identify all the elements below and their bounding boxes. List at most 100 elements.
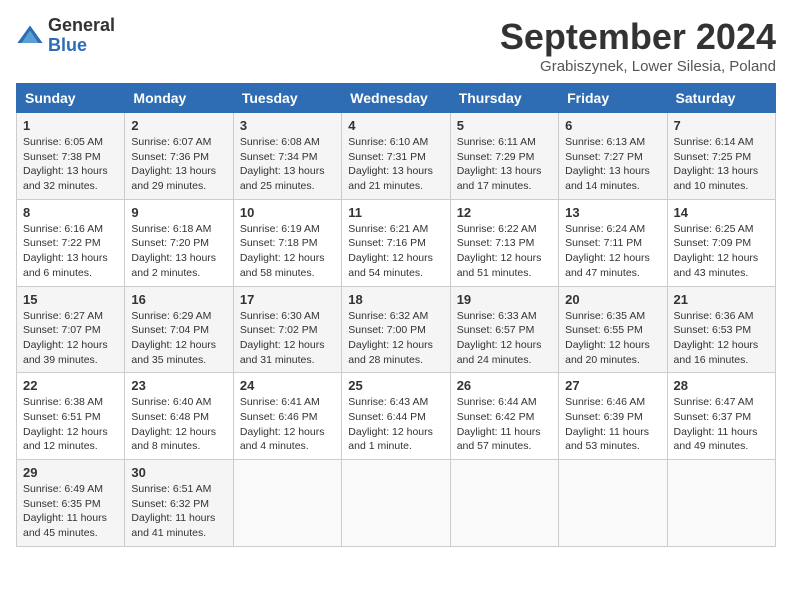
day-info: Sunrise: 6:40 AM Sunset: 6:48 PM Dayligh… — [131, 395, 226, 454]
calendar-header: SundayMondayTuesdayWednesdayThursdayFrid… — [17, 84, 776, 113]
day-info: Sunrise: 6:10 AM Sunset: 7:31 PM Dayligh… — [348, 135, 443, 194]
day-info: Sunrise: 6:13 AM Sunset: 7:27 PM Dayligh… — [565, 135, 660, 194]
logo-general-text: General — [48, 16, 115, 36]
day-info: Sunrise: 6:38 AM Sunset: 6:51 PM Dayligh… — [23, 395, 118, 454]
calendar-week-row: 8Sunrise: 6:16 AM Sunset: 7:22 PM Daylig… — [17, 199, 776, 286]
day-info: Sunrise: 6:19 AM Sunset: 7:18 PM Dayligh… — [240, 222, 335, 281]
day-number: 21 — [674, 292, 769, 307]
logo-icon — [16, 22, 44, 50]
calendar-cell: 18 Sunrise: 6:32 AM Sunset: 7:00 PM Dayli… — [342, 286, 450, 373]
calendar-week-row: 1 Sunrise: 6:05 AM Sunset: 7:38 PM Daylig… — [17, 113, 776, 200]
day-number: 1 — [23, 118, 118, 133]
day-number: 23 — [131, 378, 226, 393]
days-header-row: SundayMondayTuesdayWednesdayThursdayFrid… — [17, 84, 776, 113]
calendar-cell: 20Sunrise: 6:35 AM Sunset: 6:55 PM Dayli… — [559, 286, 667, 373]
day-of-week-header: Saturday — [667, 84, 775, 113]
day-info: Sunrise: 6:18 AM Sunset: 7:20 PM Dayligh… — [131, 222, 226, 281]
day-number: 13 — [565, 205, 660, 220]
day-number: 9 — [131, 205, 226, 220]
calendar-cell: 9 Sunrise: 6:18 AM Sunset: 7:20 PM Daylig… — [125, 199, 233, 286]
day-number: 10 — [240, 205, 335, 220]
calendar-cell: 23 Sunrise: 6:40 AM Sunset: 6:48 PM Dayli… — [125, 373, 233, 460]
day-number: 29 — [23, 465, 118, 480]
day-info: Sunrise: 6:51 AM Sunset: 6:32 PM Dayligh… — [131, 482, 226, 541]
calendar-table: SundayMondayTuesdayWednesdayThursdayFrid… — [16, 83, 776, 547]
day-info: Sunrise: 6:05 AM Sunset: 7:38 PM Dayligh… — [23, 135, 118, 194]
day-of-week-header: Friday — [559, 84, 667, 113]
day-of-week-header: Monday — [125, 84, 233, 113]
calendar-cell: 3Sunrise: 6:08 AM Sunset: 7:34 PM Daylig… — [233, 113, 341, 200]
day-number: 14 — [674, 205, 769, 220]
day-number: 4 — [348, 118, 443, 133]
calendar-cell: 5 Sunrise: 6:11 AM Sunset: 7:29 PM Daylig… — [450, 113, 558, 200]
day-info: Sunrise: 6:24 AM Sunset: 7:11 PM Dayligh… — [565, 222, 660, 281]
day-info: Sunrise: 6:46 AM Sunset: 6:39 PM Dayligh… — [565, 395, 660, 454]
day-info: Sunrise: 6:27 AM Sunset: 7:07 PM Dayligh… — [23, 309, 118, 368]
calendar-week-row: 29 Sunrise: 6:49 AM Sunset: 6:35 PM Dayli… — [17, 460, 776, 547]
day-info: Sunrise: 6:43 AM Sunset: 6:44 PM Dayligh… — [348, 395, 443, 454]
calendar-cell — [233, 460, 341, 547]
logo: General Blue — [16, 16, 115, 56]
title-section: September 2024 Grabiszynek, Lower Silesi… — [500, 16, 776, 75]
calendar-cell: 16Sunrise: 6:29 AM Sunset: 7:04 PM Dayli… — [125, 286, 233, 373]
day-info: Sunrise: 6:35 AM Sunset: 6:55 PM Dayligh… — [565, 309, 660, 368]
day-number: 2 — [131, 118, 226, 133]
day-number: 16 — [131, 292, 226, 307]
calendar-cell: 24 Sunrise: 6:41 AM Sunset: 6:46 PM Dayli… — [233, 373, 341, 460]
day-number: 19 — [457, 292, 552, 307]
day-info: Sunrise: 6:22 AM Sunset: 7:13 PM Dayligh… — [457, 222, 552, 281]
calendar-cell: 11Sunrise: 6:21 AM Sunset: 7:16 PM Dayli… — [342, 199, 450, 286]
day-number: 30 — [131, 465, 226, 480]
day-number: 25 — [348, 378, 443, 393]
calendar-cell: 26 Sunrise: 6:44 AM Sunset: 6:42 PM Dayli… — [450, 373, 558, 460]
calendar-cell — [559, 460, 667, 547]
day-number: 11 — [348, 205, 443, 220]
calendar-cell: 15 Sunrise: 6:27 AM Sunset: 7:07 PM Dayli… — [17, 286, 125, 373]
day-number: 28 — [674, 378, 769, 393]
calendar-cell: 21Sunrise: 6:36 AM Sunset: 6:53 PM Dayli… — [667, 286, 775, 373]
day-number: 22 — [23, 378, 118, 393]
calendar-cell: 2 Sunrise: 6:07 AM Sunset: 7:36 PM Daylig… — [125, 113, 233, 200]
day-info: Sunrise: 6:07 AM Sunset: 7:36 PM Dayligh… — [131, 135, 226, 194]
day-number: 24 — [240, 378, 335, 393]
calendar-cell: 1 Sunrise: 6:05 AM Sunset: 7:38 PM Daylig… — [17, 113, 125, 200]
day-number: 15 — [23, 292, 118, 307]
logo-blue-text: Blue — [48, 36, 115, 56]
day-info: Sunrise: 6:11 AM Sunset: 7:29 PM Dayligh… — [457, 135, 552, 194]
day-number: 7 — [674, 118, 769, 133]
day-number: 27 — [565, 378, 660, 393]
calendar-cell: 10 Sunrise: 6:19 AM Sunset: 7:18 PM Dayli… — [233, 199, 341, 286]
day-info: Sunrise: 6:30 AM Sunset: 7:02 PM Dayligh… — [240, 309, 335, 368]
calendar-cell: 19Sunrise: 6:33 AM Sunset: 6:57 PM Dayli… — [450, 286, 558, 373]
day-of-week-header: Tuesday — [233, 84, 341, 113]
calendar-cell: 25 Sunrise: 6:43 AM Sunset: 6:44 PM Dayli… — [342, 373, 450, 460]
day-number: 26 — [457, 378, 552, 393]
location-text: Grabiszynek, Lower Silesia, Poland — [500, 58, 776, 75]
calendar-cell: 8Sunrise: 6:16 AM Sunset: 7:22 PM Daylig… — [17, 199, 125, 286]
calendar-cell: 17Sunrise: 6:30 AM Sunset: 7:02 PM Dayli… — [233, 286, 341, 373]
day-info: Sunrise: 6:32 AM Sunset: 7:00 PM Dayligh… — [348, 309, 443, 368]
calendar-cell: 12 Sunrise: 6:22 AM Sunset: 7:13 PM Dayli… — [450, 199, 558, 286]
calendar-cell: 4 Sunrise: 6:10 AM Sunset: 7:31 PM Daylig… — [342, 113, 450, 200]
calendar-body: 1 Sunrise: 6:05 AM Sunset: 7:38 PM Daylig… — [17, 113, 776, 547]
day-info: Sunrise: 6:44 AM Sunset: 6:42 PM Dayligh… — [457, 395, 552, 454]
page-header: General Blue September 2024 Grabiszynek,… — [16, 16, 776, 75]
calendar-cell: 27 Sunrise: 6:46 AM Sunset: 6:39 PM Dayli… — [559, 373, 667, 460]
day-of-week-header: Sunday — [17, 84, 125, 113]
day-number: 6 — [565, 118, 660, 133]
calendar-cell — [342, 460, 450, 547]
day-info: Sunrise: 6:25 AM Sunset: 7:09 PM Dayligh… — [674, 222, 769, 281]
calendar-cell: 7Sunrise: 6:14 AM Sunset: 7:25 PM Daylig… — [667, 113, 775, 200]
day-info: Sunrise: 6:47 AM Sunset: 6:37 PM Dayligh… — [674, 395, 769, 454]
day-number: 5 — [457, 118, 552, 133]
day-info: Sunrise: 6:41 AM Sunset: 6:46 PM Dayligh… — [240, 395, 335, 454]
day-number: 18 — [348, 292, 443, 307]
day-of-week-header: Wednesday — [342, 84, 450, 113]
day-info: Sunrise: 6:49 AM Sunset: 6:35 PM Dayligh… — [23, 482, 118, 541]
calendar-cell: 29 Sunrise: 6:49 AM Sunset: 6:35 PM Dayli… — [17, 460, 125, 547]
calendar-week-row: 22 Sunrise: 6:38 AM Sunset: 6:51 PM Dayli… — [17, 373, 776, 460]
calendar-cell: 30 Sunrise: 6:51 AM Sunset: 6:32 PM Dayli… — [125, 460, 233, 547]
calendar-week-row: 15 Sunrise: 6:27 AM Sunset: 7:07 PM Dayli… — [17, 286, 776, 373]
day-number: 12 — [457, 205, 552, 220]
day-number: 8 — [23, 205, 118, 220]
